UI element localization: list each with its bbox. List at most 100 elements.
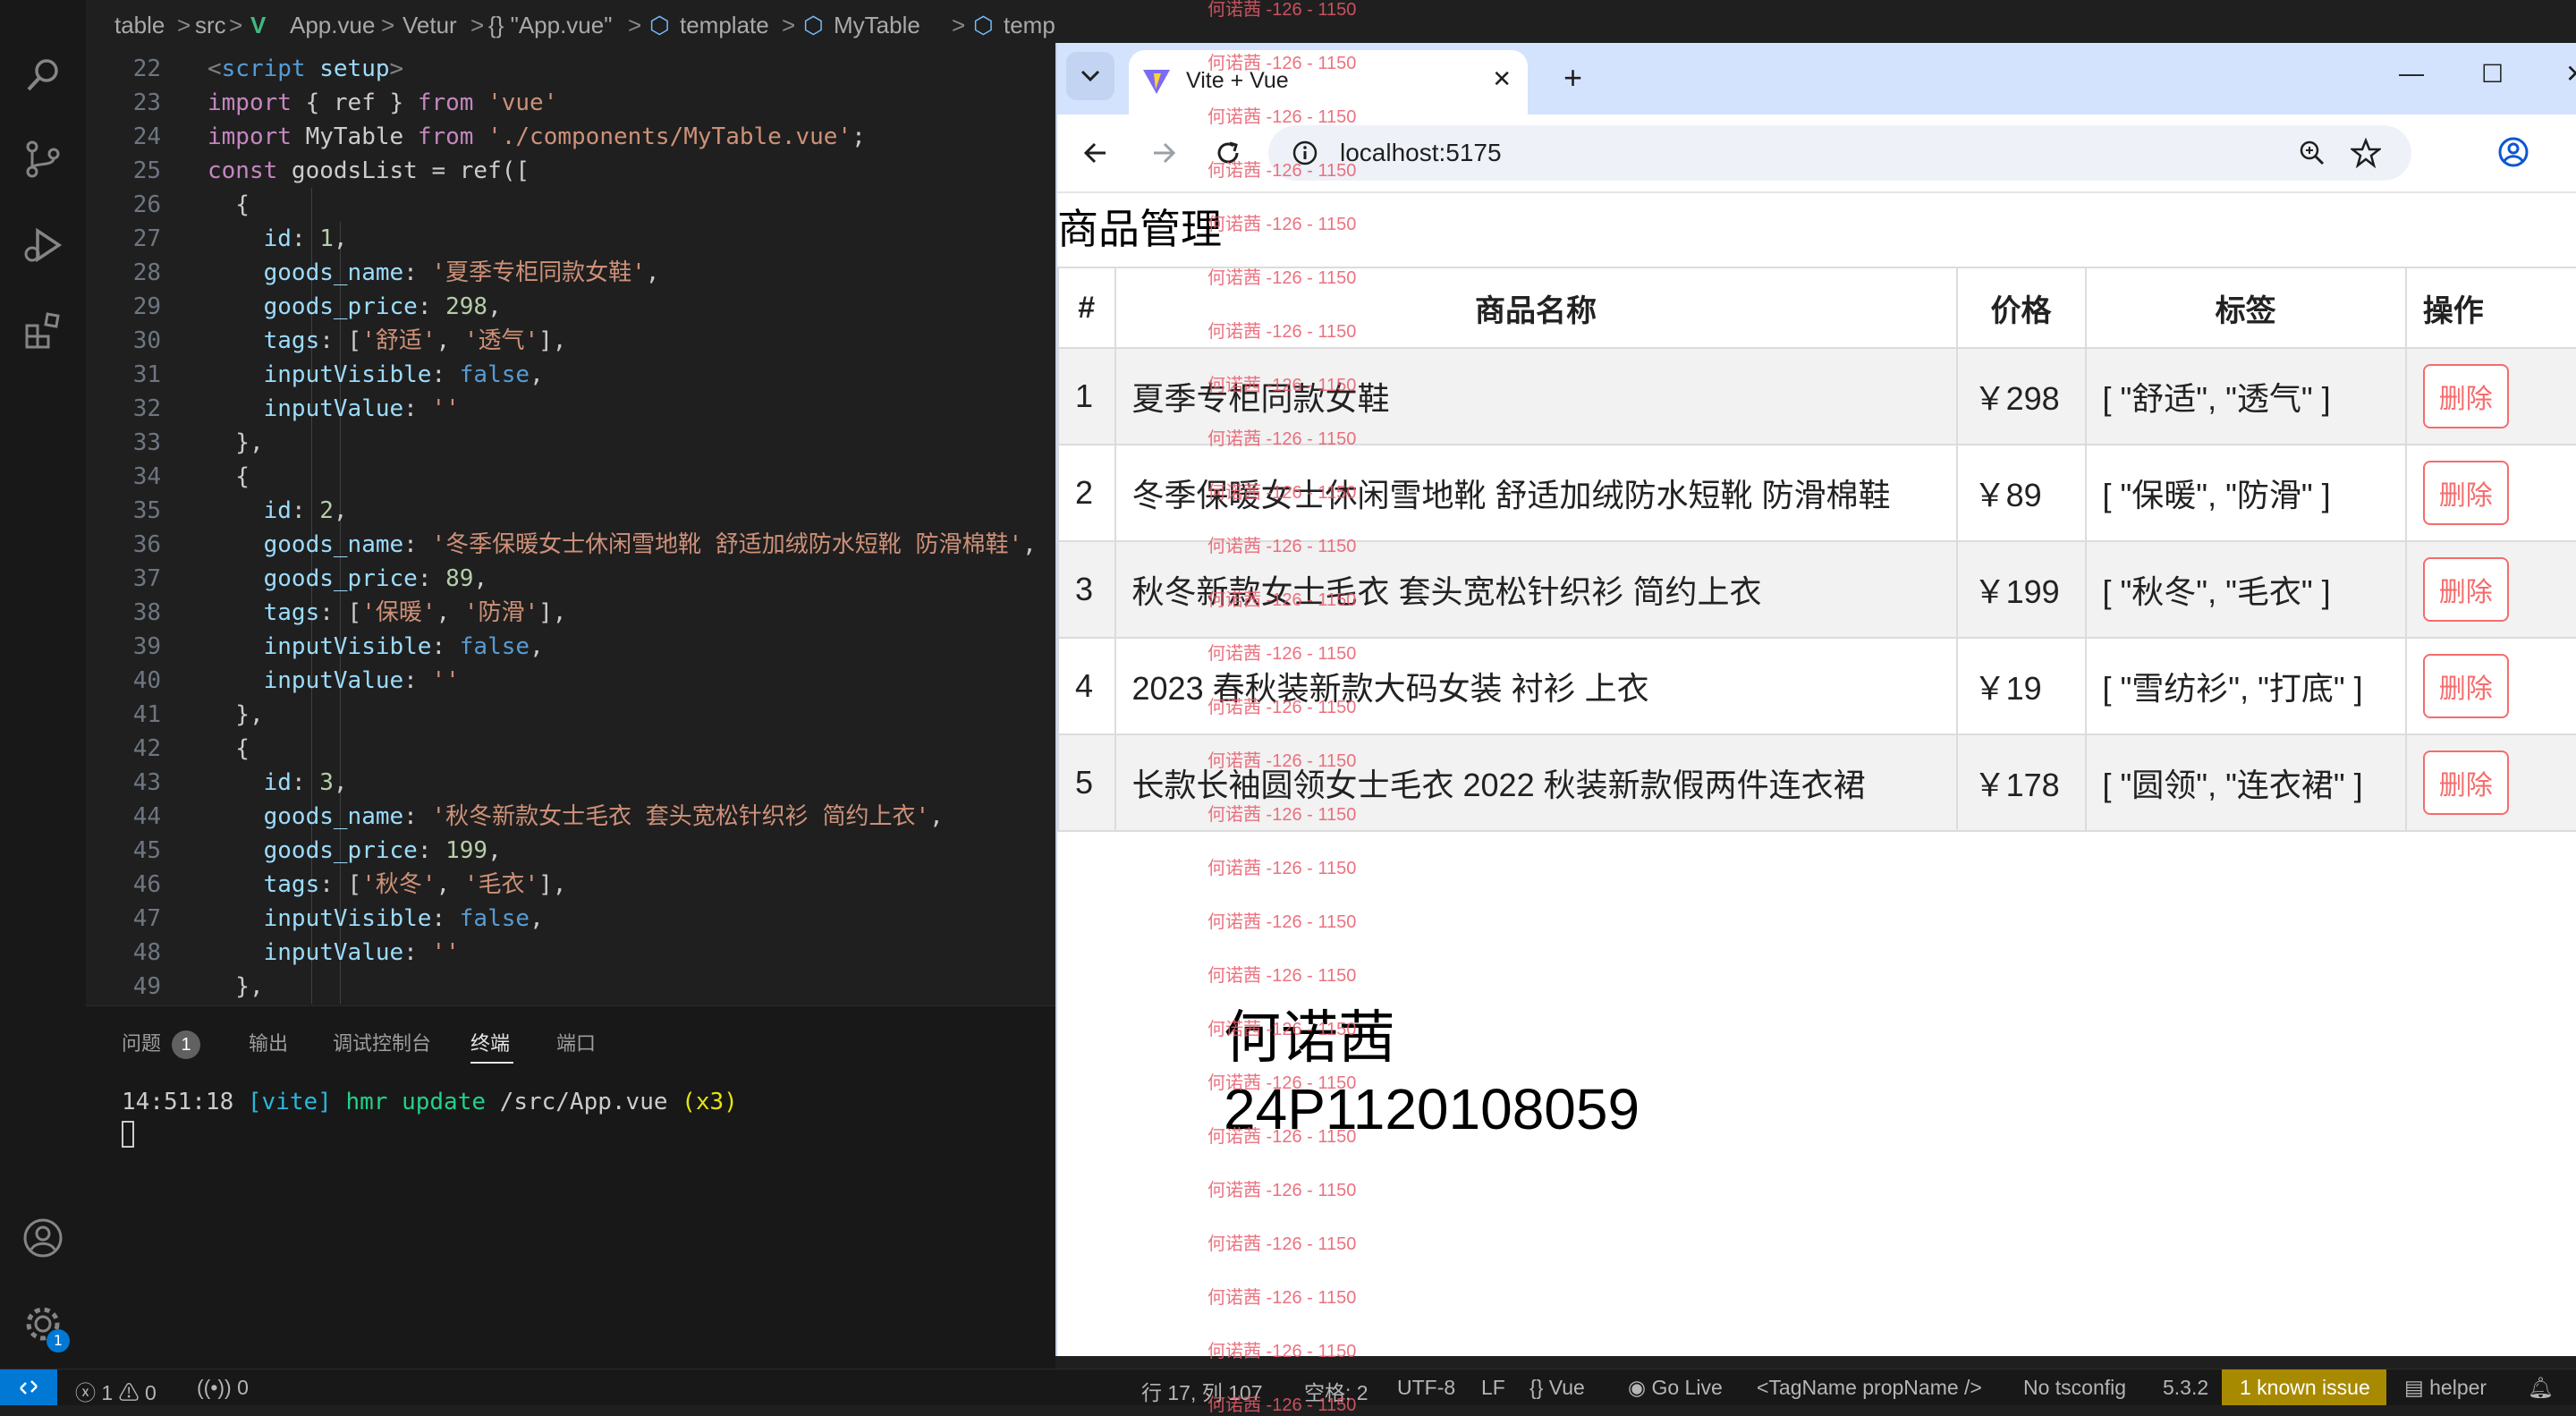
tab-terminal[interactable]: 终端	[470, 1028, 510, 1056]
delete-button[interactable]: 删除	[2422, 364, 2509, 428]
new-tab-button[interactable]: +	[1563, 59, 1582, 97]
table-row: 5 长款长袖圆领女士毛衣 2022 秋装新款假两件连衣裙 ￥178[ "圆领", "…	[1057, 733, 2576, 832]
code-editor[interactable]: 22 <script setup> 23 import { ref } from 'v…	[86, 52, 1055, 1005]
notifications-bell-icon[interactable]: 🔔︎	[2528, 1376, 2554, 1400]
indentation-setting[interactable]: 空格: 2	[1304, 1376, 1368, 1406]
zoom-icon[interactable]	[2299, 140, 2326, 166]
accounts-icon[interactable]	[20, 1215, 66, 1261]
tab-debug-console[interactable]: 调试控制台	[333, 1028, 431, 1056]
close-tab-icon[interactable]: ✕	[1492, 66, 1512, 93]
settings-gear-icon[interactable]: 1	[20, 1301, 70, 1352]
breadcrumb-item[interactable]: template	[680, 12, 769, 39]
site-info-icon[interactable]	[1292, 140, 1318, 166]
language-mode[interactable]: {} Vue	[1530, 1376, 1585, 1400]
activity-bar: 1	[0, 0, 87, 1369]
tagname-item[interactable]: <TagName propName />	[1757, 1376, 1982, 1400]
line-number: 40	[132, 667, 161, 694]
close-window-icon[interactable]: ✕	[2565, 59, 2576, 89]
student-id: 24P1120108059	[1224, 1077, 1640, 1141]
breadcrumb-separator-icon: >	[470, 12, 485, 38]
table-row: 1 夏季专柜同款女鞋 ￥298[ "舒适", "透气" ] 删除	[1057, 347, 2576, 445]
eol-setting[interactable]: LF	[1481, 1376, 1505, 1400]
address-bar[interactable]: localhost:5175	[1268, 125, 2411, 181]
run-debug-icon[interactable]	[20, 222, 66, 268]
error-count: 1	[101, 1381, 114, 1404]
tab-problems[interactable]: 问题 1	[122, 1028, 201, 1059]
code-text: },	[208, 973, 264, 1000]
line-number: 22	[132, 55, 161, 82]
line-number: 23	[132, 89, 161, 116]
browser-tab[interactable]: Vite + Vue ✕	[1129, 50, 1528, 114]
line-number: 41	[132, 701, 161, 728]
cursor-position[interactable]: 行 17, 列 107	[1141, 1376, 1263, 1406]
breadcrumb-separator-icon: >	[628, 12, 642, 38]
line-number: 32	[132, 395, 161, 422]
minimize-icon[interactable]: —	[2399, 59, 2424, 88]
line-number: 39	[132, 633, 161, 660]
source-control-icon[interactable]	[20, 136, 66, 182]
code-text: tags: ['秋冬', '毛衣'],	[263, 871, 567, 898]
delete-button[interactable]: 删除	[2422, 557, 2509, 622]
code-text: import { ref } from 'vue'	[208, 89, 558, 116]
breadcrumb-item[interactable]: Vetur	[402, 12, 457, 39]
settings-badge: 1	[47, 1329, 70, 1352]
layout-icon: ▤	[2404, 1376, 2424, 1399]
delete-button[interactable]: 删除	[2422, 461, 2509, 525]
helper-item[interactable]: ▤ helper	[2404, 1376, 2487, 1400]
known-issue-button[interactable]: 1 known issue	[2222, 1369, 2386, 1405]
tab-ports[interactable]: 端口	[556, 1028, 596, 1056]
breadcrumb-item[interactable]: template[#body]	[1004, 12, 1055, 39]
profile-avatar-icon[interactable]	[2497, 136, 2529, 168]
tsconfig-item[interactable]: No tsconfig	[2023, 1376, 2126, 1400]
row-index: 2	[1057, 444, 1116, 542]
remote-indicator[interactable]	[0, 1369, 57, 1405]
breadcrumb-item[interactable]: App.vue	[290, 12, 375, 39]
language-label: Vue	[1548, 1376, 1585, 1399]
forward-arrow-icon[interactable]	[1145, 134, 1182, 172]
tab-search-button[interactable]	[1066, 52, 1114, 100]
code-text: goods_name: '秋冬新款女士毛衣 套头宽松针织衫 简约上衣',	[263, 803, 944, 830]
symbol-cube-icon: ⬡	[803, 12, 824, 38]
column-header: 商品名称	[1114, 267, 1958, 349]
encoding-setting[interactable]: UTF-8	[1397, 1376, 1455, 1400]
problems-status[interactable]: ⓧ 1 ⚠ 0	[75, 1376, 157, 1406]
reload-icon[interactable]	[1209, 134, 1247, 172]
line-number: 38	[132, 599, 161, 626]
line-number: 46	[132, 871, 161, 898]
bookmark-star-icon[interactable]	[2351, 138, 2381, 168]
line-number: 30	[132, 327, 161, 354]
line-number: 28	[132, 259, 161, 286]
warning-icon: ⚠	[118, 1381, 140, 1404]
delete-button[interactable]: 删除	[2422, 654, 2509, 718]
browser-toolbar: localhost:5175	[1057, 114, 2576, 193]
breadcrumb-item[interactable]: MyTable	[834, 12, 920, 39]
extensions-icon[interactable]	[20, 308, 66, 354]
search-icon[interactable]	[20, 52, 66, 98]
student-name: 何诺茜	[1224, 1005, 1395, 1070]
known-issue-label: 1 known issue	[2240, 1376, 2370, 1399]
terminal-output-line: 14:51:18 [vite] hmr update /src/App.vue …	[122, 1089, 738, 1115]
breadcrumb: table > src > V App.vue > Vetur > {} "Ap…	[86, 0, 1055, 52]
go-live-button[interactable]: ◉ Go Live	[1628, 1376, 1723, 1400]
back-arrow-icon[interactable]	[1077, 134, 1114, 172]
error-icon: ⓧ	[75, 1381, 96, 1404]
code-text: inputVisible: false,	[263, 633, 544, 660]
status-bar: ⓧ 1 ⚠ 0 ((•)) 0 行 17, 列 107 空格: 2 UTF-8 …	[0, 1369, 2576, 1405]
line-number: 29	[132, 293, 161, 320]
go-live-label: Go Live	[1651, 1376, 1723, 1399]
ts-version[interactable]: 5.3.2	[2163, 1376, 2208, 1400]
maximize-icon[interactable]: ☐	[2481, 59, 2504, 89]
browser-window: Vite + Vue ✕ + — ☐ ✕ localhost:5175 商品管理	[1055, 43, 2576, 1356]
tab-problems-label: 问题	[122, 1032, 162, 1055]
breadcrumb-item[interactable]: table	[114, 12, 165, 39]
breadcrumb-item[interactable]: src	[195, 12, 226, 39]
tab-output[interactable]: 输出	[249, 1028, 288, 1056]
line-number: 44	[132, 803, 161, 830]
goods-price: ￥89	[1955, 444, 2087, 542]
ports-status[interactable]: ((•)) 0	[197, 1376, 249, 1400]
row-index: 1	[1057, 347, 1116, 445]
breadcrumb-item[interactable]: {} "App.vue"	[488, 12, 612, 39]
row-index: 4	[1057, 637, 1116, 735]
breadcrumb-separator-icon: >	[177, 12, 191, 38]
delete-button[interactable]: 删除	[2422, 750, 2509, 815]
